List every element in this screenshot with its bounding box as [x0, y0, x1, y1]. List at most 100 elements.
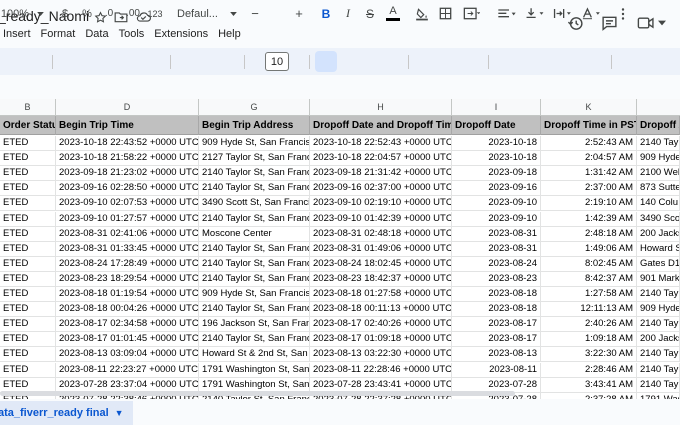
cell-dropoff-datetime[interactable]: 2023-08-11 22:28:46 +0000 UTC	[310, 362, 452, 378]
cell-dropoff-date[interactable]: 2023-08-18	[452, 302, 541, 318]
cell-dropoff-date[interactable]: 2023-08-17	[452, 317, 541, 333]
sheet-tab-menu-icon[interactable]: ▼	[115, 408, 124, 418]
menu-format[interactable]: Format	[36, 28, 81, 40]
cell-order-status[interactable]: ETED	[0, 211, 56, 227]
cell-begin-trip-time[interactable]: 2023-09-10 01:27:57 +0000 UTC	[56, 211, 199, 227]
cell-begin-trip-time[interactable]: 2023-08-31 01:33:45 +0000 UTC	[56, 241, 199, 257]
cell-order-status[interactable]: ETED	[0, 271, 56, 287]
cell-begin-trip-address[interactable]: 2127 Taylor St, San Francisc	[199, 151, 310, 167]
cell-dropoff-address[interactable]: 200 Jacks	[637, 226, 680, 242]
cell-dropoff-datetime[interactable]: 2023-09-10 01:42:39 +0000 UTC	[310, 211, 452, 227]
more-formats-button[interactable]: 123	[146, 0, 164, 27]
cell-dropoff-date[interactable]: 2023-08-24	[452, 256, 541, 272]
cell-begin-trip-address[interactable]: 2140 Taylor St, San Francisc	[199, 241, 310, 257]
cell-dropoff-time-pst[interactable]: 1:27:58 AM	[541, 287, 637, 302]
cell-begin-trip-time[interactable]: 2023-10-18 21:58:22 +0000 UTC	[56, 151, 199, 167]
cell-dropoff-address[interactable]: 909 Hyde	[637, 302, 680, 318]
cell-order-status[interactable]: ETED	[0, 287, 56, 302]
column-header-d[interactable]: D	[56, 99, 199, 116]
cell-begin-trip-address[interactable]: 2140 Taylor St, San Francisc	[199, 302, 310, 318]
cell-dropoff-datetime[interactable]: 2023-08-17 01:09:18 +0000 UTC	[310, 332, 452, 348]
cell-dropoff-time-pst[interactable]: 8:02:45 AM	[541, 256, 637, 272]
cell-dropoff-date[interactable]: 2023-08-17	[452, 332, 541, 348]
currency-format-button[interactable]: $	[58, 0, 72, 27]
sheet-tab-active[interactable]: ata_fiverr_ready final ▼	[0, 401, 133, 425]
cell-dropoff-datetime[interactable]: 2023-08-18 01:27:58 +0000 UTC	[310, 287, 452, 302]
cell-dropoff-date[interactable]: 2023-08-31	[452, 241, 541, 257]
cell-begin-trip-address[interactable]: 2140 Taylor St, San Francisc	[199, 166, 310, 182]
column-header-k[interactable]: K	[541, 99, 637, 116]
cell-begin-trip-time[interactable]: 2023-08-17 01:01:45 +0000 UTC	[56, 332, 199, 348]
horizontal-align-icon[interactable]	[494, 0, 520, 27]
menu-insert[interactable]: Insert	[0, 28, 36, 40]
cell-begin-trip-time[interactable]: 2023-08-17 02:34:58 +0000 UTC	[56, 317, 199, 333]
cell-dropoff-time-pst[interactable]: 3:43:41 AM	[541, 377, 637, 393]
fill-color-icon[interactable]	[413, 0, 431, 27]
cell-dropoff-datetime[interactable]: 2023-08-17 02:40:26 +0000 UTC	[310, 317, 452, 333]
cell-dropoff-datetime[interactable]: 2023-09-16 02:37:00 +0000 UTC	[310, 181, 452, 197]
strikethrough-button[interactable]: S	[360, 0, 380, 27]
cell-order-status[interactable]: ETED	[0, 226, 56, 242]
cell-begin-trip-address[interactable]: 2140 Taylor St, San Francisc	[199, 211, 310, 227]
cell-dropoff-time-pst[interactable]: 1:09:18 AM	[541, 332, 637, 348]
cell-order-status[interactable]: ETED	[0, 151, 56, 167]
cell-begin-trip-address[interactable]: 3490 Scott St, San Francisc	[199, 196, 310, 212]
cell-dropoff-address[interactable]: 140 Colu	[637, 196, 680, 212]
cell-dropoff-address[interactable]: 2140 Tayl	[637, 287, 680, 302]
cell-begin-trip-address[interactable]: 2140 Taylor St, San Francisc	[199, 271, 310, 287]
cell-dropoff-date[interactable]: 2023-10-18	[452, 136, 541, 151]
cell-order-status[interactable]: ETED	[0, 136, 56, 151]
meet-video-icon[interactable]	[636, 13, 656, 33]
bold-button[interactable]: B	[315, 0, 337, 27]
header-cell-dropoff-datetime[interactable]: Dropoff Date and Dropoff Time	[310, 116, 452, 135]
borders-icon[interactable]	[436, 0, 454, 27]
cell-dropoff-date[interactable]: 2023-09-18	[452, 166, 541, 182]
cell-begin-trip-address[interactable]: 2140 Taylor St, San Francisc	[199, 332, 310, 348]
cell-dropoff-time-pst[interactable]: 2:52:43 AM	[541, 136, 637, 151]
increase-font-size-button[interactable]: +	[293, 0, 305, 27]
cell-dropoff-time-pst[interactable]: 3:22:30 AM	[541, 347, 637, 363]
chevron-down-icon[interactable]	[656, 13, 668, 33]
cell-begin-trip-time[interactable]: 2023-08-18 01:19:54 +0000 UTC	[56, 287, 199, 302]
text-color-button[interactable]: A	[383, 0, 403, 27]
cell-begin-trip-address[interactable]: 2140 Taylor St, San Francisc	[199, 256, 310, 272]
cell-begin-trip-address[interactable]: Howard St & 2nd St, San F	[199, 347, 310, 363]
cell-dropoff-date[interactable]: 2023-08-18	[452, 287, 541, 302]
cell-begin-trip-address[interactable]: 909 Hyde St, San Francisco	[199, 287, 310, 302]
cell-order-status[interactable]: ETED	[0, 347, 56, 363]
cell-dropoff-address[interactable]: 200 Jacks	[637, 332, 680, 348]
cell-begin-trip-time[interactable]: 2023-08-11 22:23:27 +0000 UTC	[56, 362, 199, 378]
cell-dropoff-date[interactable]: 2023-08-31	[452, 226, 541, 242]
cell-begin-trip-address[interactable]: 2140 Taylor St, San Francisc	[199, 181, 310, 197]
percent-format-button[interactable]: %	[80, 0, 94, 27]
cell-dropoff-address[interactable]: Gates D1	[637, 256, 680, 272]
font-dropdown-icon[interactable]	[228, 0, 238, 27]
cell-begin-trip-address[interactable]: 909 Hyde St, San Francisco	[199, 136, 310, 151]
menu-extensions[interactable]: Extensions	[149, 28, 213, 40]
cell-order-status[interactable]: ETED	[0, 241, 56, 257]
cell-dropoff-datetime[interactable]: 2023-10-18 22:04:57 +0000 UTC	[310, 151, 452, 167]
cell-dropoff-time-pst[interactable]: 8:42:37 AM	[541, 271, 637, 287]
cell-dropoff-address[interactable]: 873 Sutte	[637, 181, 680, 197]
cell-begin-trip-time[interactable]: 2023-10-18 22:43:52 +0000 UTC	[56, 136, 199, 151]
cell-dropoff-date[interactable]: 2023-09-16	[452, 181, 541, 197]
cell-dropoff-address[interactable]: 901 Mark	[637, 271, 680, 287]
cell-dropoff-address[interactable]: 2140 Tayl	[637, 347, 680, 363]
text-rotation-icon[interactable]	[578, 0, 606, 27]
cell-dropoff-datetime[interactable]: 2023-08-23 18:42:37 +0000 UTC	[310, 271, 452, 287]
cell-dropoff-address[interactable]: 2140 Tayl	[637, 362, 680, 378]
vertical-align-icon[interactable]	[522, 0, 548, 27]
cell-begin-trip-address[interactable]: 196 Jackson St, San Francis	[199, 317, 310, 333]
cell-dropoff-date[interactable]: 2023-09-10	[452, 211, 541, 227]
text-wrapping-icon[interactable]	[550, 0, 576, 27]
header-cell-begin-trip-time[interactable]: Begin Trip Time	[56, 116, 199, 135]
cell-dropoff-address[interactable]: 2140 Tayl	[637, 317, 680, 333]
header-cell-dropoff-address[interactable]: Dropoff A	[637, 116, 680, 135]
cell-begin-trip-time[interactable]: 2023-08-31 02:41:06 +0000 UTC	[56, 226, 199, 242]
column-header-i[interactable]: I	[452, 99, 541, 116]
cell-dropoff-datetime[interactable]: 2023-08-31 02:48:18 +0000 UTC	[310, 226, 452, 242]
cell-order-status[interactable]: ETED	[0, 196, 56, 212]
cell-dropoff-address[interactable]: 3490 Sco	[637, 211, 680, 227]
header-cell-begin-trip-address[interactable]: Begin Trip Address	[199, 116, 310, 135]
cell-dropoff-datetime[interactable]: 2023-08-31 01:49:06 +0000 UTC	[310, 241, 452, 257]
